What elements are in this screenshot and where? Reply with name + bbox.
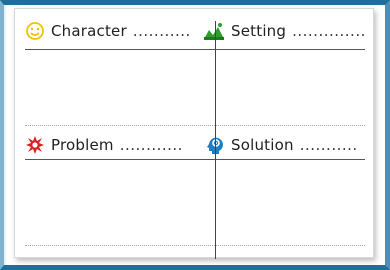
panel-solution-heading: Solution........... xyxy=(205,135,358,155)
panel-problem-heading: Problem............ xyxy=(25,135,183,155)
panel-setting-heading: Setting.............. xyxy=(203,21,366,41)
story-map-worksheet: Character........... Setting............… xyxy=(14,8,374,259)
bottom-writing-line xyxy=(25,245,365,246)
top-header-rule xyxy=(25,49,365,50)
panel-solution-label: Solution xyxy=(231,136,294,154)
panel-character-write-line: ........... xyxy=(132,22,191,40)
panel-setting-write-line: .............. xyxy=(292,22,366,40)
panel-character-label: Character xyxy=(51,22,127,40)
top-writing-line xyxy=(25,125,365,126)
smiley-icon xyxy=(26,22,44,40)
panel-character-heading: Character........... xyxy=(25,21,191,41)
panel-setting-label: Setting xyxy=(231,22,287,40)
panel-problem-label: Problem xyxy=(51,136,114,154)
vertical-divider xyxy=(215,21,216,259)
panel-solution-write-line: ........... xyxy=(299,136,358,154)
burst-icon xyxy=(26,136,44,154)
bottom-header-rule xyxy=(25,159,365,160)
panel-problem-write-line: ............ xyxy=(119,136,183,154)
landscape-icon xyxy=(204,23,224,40)
